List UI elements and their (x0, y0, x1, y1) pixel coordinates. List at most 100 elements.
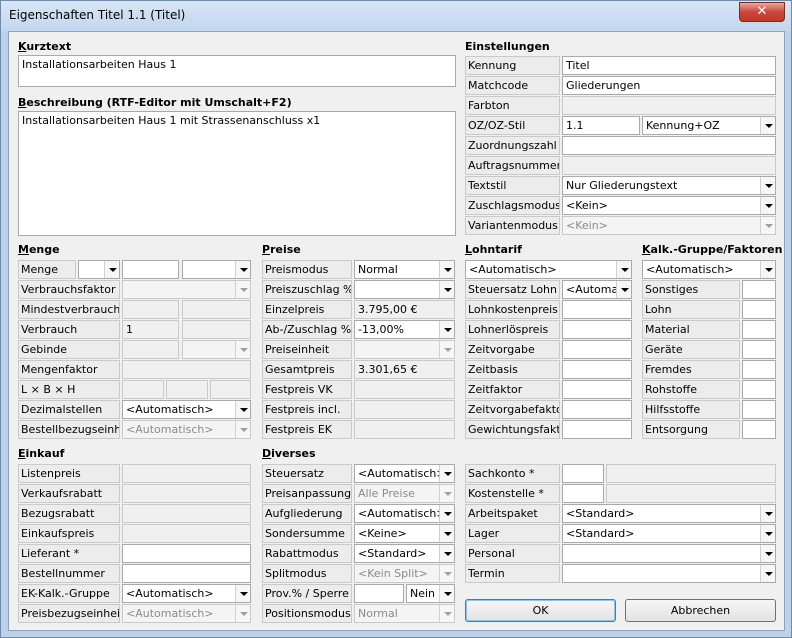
verbrauch-field[interactable]: 1 (122, 320, 179, 339)
chevron-down-icon[interactable] (439, 505, 454, 522)
verbrauch-unit[interactable] (182, 320, 251, 339)
lohn-row-field[interactable] (562, 340, 632, 359)
preiszuschlag-select[interactable] (354, 280, 455, 299)
lager-select[interactable]: <Standard> (562, 524, 776, 543)
menge-field[interactable] (122, 260, 179, 279)
gebinde-field[interactable] (122, 340, 179, 359)
textstil-select[interactable]: Nur Gliederungstext (562, 176, 776, 195)
chevron-down-icon[interactable] (760, 217, 775, 234)
zuordnung-field[interactable] (562, 136, 776, 155)
chevron-down-icon[interactable] (235, 341, 250, 358)
preisbezug-select[interactable]: <Automatisch> (122, 604, 251, 623)
einkauf-row-field[interactable] (122, 504, 251, 523)
chevron-down-icon[interactable] (439, 545, 454, 562)
matchcode-field[interactable]: Gliederungen (562, 76, 776, 95)
beschreibung-editor[interactable]: Installationsarbeiten Haus 1 mit Strasse… (18, 111, 456, 236)
chevron-down-icon[interactable] (439, 261, 454, 278)
mindestverbrauch-unit[interactable] (182, 300, 251, 319)
chevron-down-icon[interactable] (235, 281, 250, 298)
kennung-field[interactable]: Titel (562, 56, 776, 75)
steuersatz-select[interactable]: <Automatisch> (354, 464, 455, 483)
close-button[interactable]: ✕ (739, 2, 785, 22)
chevron-down-icon[interactable] (760, 505, 775, 522)
sondersumme-select[interactable]: <Keine> (354, 524, 455, 543)
menge-op-select[interactable] (78, 260, 120, 279)
gesamtpreis-field[interactable]: 3.301,65 € (354, 360, 455, 379)
aufgliederung-select[interactable]: <Automatisch> (354, 504, 455, 523)
mengenfaktor-field[interactable] (122, 360, 251, 379)
mindestverbrauch-field[interactable] (122, 300, 179, 319)
chevron-down-icon[interactable] (439, 281, 454, 298)
chevron-down-icon[interactable] (439, 585, 454, 602)
chevron-down-icon[interactable] (439, 525, 454, 542)
chevron-down-icon[interactable] (235, 585, 250, 602)
lohn-row-field[interactable] (562, 320, 632, 339)
chevron-down-icon[interactable] (439, 321, 454, 338)
provision-field[interactable] (354, 584, 404, 603)
chevron-down-icon[interactable] (616, 281, 631, 298)
kalk-row-field[interactable] (742, 300, 776, 319)
kalk-row-field[interactable] (742, 320, 776, 339)
festpreis-ek-field[interactable] (354, 420, 455, 439)
chevron-down-icon[interactable] (760, 197, 775, 214)
kalk-row-field[interactable] (742, 280, 776, 299)
lohn-row-field[interactable] (562, 420, 632, 439)
chevron-down-icon[interactable] (439, 341, 454, 358)
einkauf-row-field[interactable] (122, 524, 251, 543)
chevron-down-icon[interactable] (439, 565, 454, 582)
verbrauchsfaktor-select[interactable] (122, 280, 251, 299)
kostenstelle-field[interactable] (562, 484, 604, 503)
oz-field[interactable]: 1.1 (562, 116, 640, 135)
chevron-down-icon[interactable] (760, 565, 775, 582)
chevron-down-icon[interactable] (439, 465, 454, 482)
lohn-row-field[interactable] (562, 400, 632, 419)
festpreis-incl-field[interactable] (354, 400, 455, 419)
chevron-down-icon[interactable] (235, 261, 250, 278)
variante-select[interactable]: <Kein> (562, 216, 776, 235)
sachkonto-field[interactable] (562, 464, 604, 483)
positionsmodus-select[interactable]: Normal (354, 604, 455, 623)
einzelpreis-field[interactable]: 3.795,00 € (354, 300, 455, 319)
chevron-down-icon[interactable] (760, 525, 775, 542)
zuschlag-select[interactable]: <Kein> (562, 196, 776, 215)
chevron-down-icon[interactable] (439, 485, 454, 502)
kalk-gruppe-select[interactable]: <Automatisch> (642, 260, 776, 279)
kalk-row-field[interactable] (742, 380, 776, 399)
laenge-field[interactable] (122, 380, 164, 399)
kalk-row-field[interactable] (742, 420, 776, 439)
cancel-button[interactable]: Abbrechen (625, 599, 776, 622)
chevron-down-icon[interactable] (760, 117, 775, 134)
chevron-down-icon[interactable] (760, 545, 775, 562)
bestell-select[interactable]: <Automatisch> (122, 420, 251, 439)
ozstil-select[interactable]: Kennung+OZ (642, 116, 776, 135)
farbton-field[interactable] (562, 96, 776, 115)
kalk-row-field[interactable] (742, 340, 776, 359)
chevron-down-icon[interactable] (616, 261, 631, 278)
einkauf-row-field[interactable] (122, 484, 251, 503)
chevron-down-icon[interactable] (235, 421, 250, 438)
termin-select[interactable] (562, 564, 776, 583)
preisanpassung-select[interactable]: Alle Preise (354, 484, 455, 503)
einkauf-row-field[interactable] (122, 564, 251, 583)
kurztext-input[interactable]: Installationsarbeiten Haus 1 (18, 55, 456, 87)
festpreis-vk-field[interactable] (354, 380, 455, 399)
menge-unit-select[interactable] (182, 260, 251, 279)
chevron-down-icon[interactable] (439, 605, 454, 622)
ok-button[interactable]: OK (465, 599, 616, 622)
lohn-row-field[interactable] (562, 300, 632, 319)
preismodus-select[interactable]: Normal (354, 260, 455, 279)
kalk-row-field[interactable] (742, 400, 776, 419)
lohn-row-field[interactable] (562, 360, 632, 379)
personal-select[interactable] (562, 544, 776, 563)
preiseinheit-select[interactable] (354, 340, 455, 359)
lohntarif-select[interactable]: <Automatisch> (465, 260, 632, 279)
chevron-down-icon[interactable] (760, 261, 775, 278)
einkauf-row-field[interactable] (122, 464, 251, 483)
chevron-down-icon[interactable] (235, 401, 250, 418)
steuersatz-lohn-select[interactable]: <Automat (562, 280, 632, 299)
hoehe-field[interactable] (210, 380, 251, 399)
splitmodus-select[interactable]: <Kein Split> (354, 564, 455, 583)
einkauf-row-field[interactable] (122, 544, 251, 563)
kalk-row-field[interactable] (742, 360, 776, 379)
chevron-down-icon[interactable] (760, 177, 775, 194)
